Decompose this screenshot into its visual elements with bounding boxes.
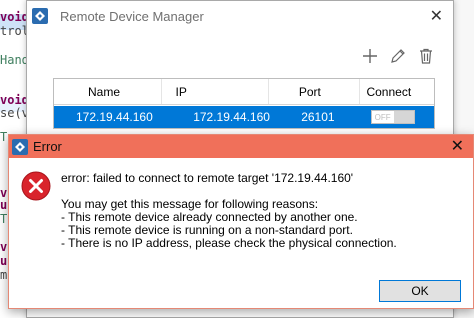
dialog-title: Error [33, 139, 62, 154]
error-icon [21, 171, 51, 201]
cell-ip: 172.19.44.160 [193, 110, 270, 124]
dialog-titlebar[interactable]: Error ✕ [9, 135, 473, 158]
cell-name: 172.19.44.160 [76, 110, 153, 124]
toggle-knob [393, 111, 414, 123]
column-header-ip[interactable]: IP [162, 79, 269, 104]
close-icon[interactable]: ✕ [451, 136, 464, 156]
plus-icon[interactable] [361, 47, 379, 65]
cell-port: 26101 [301, 110, 335, 124]
error-reason: - There is no IP address, please check t… [61, 236, 397, 250]
toggle-off-label: OFF [371, 111, 394, 123]
window-title: Remote Device Manager [60, 9, 204, 24]
error-dialog: Error ✕ error: failed to connect to remo… [8, 134, 474, 309]
table-row[interactable]: 172.19.44.160 172.19.44.160 26101 OFF [54, 106, 434, 128]
code-line: u [0, 198, 8, 212]
cell-connect: OFF [361, 106, 434, 128]
code-line: void [0, 10, 29, 24]
window-titlebar[interactable]: Remote Device Manager ✕ [27, 1, 453, 31]
column-header-connect[interactable]: Connect [360, 79, 434, 104]
code-line: void [0, 93, 29, 107]
ok-button[interactable]: OK [379, 280, 461, 302]
close-icon[interactable]: ✕ [430, 6, 443, 26]
trash-icon[interactable] [417, 47, 435, 65]
code-line: T [0, 130, 8, 144]
column-header-port[interactable]: Port [269, 79, 361, 104]
code-line: u [0, 254, 8, 268]
column-header-name[interactable]: Name [54, 79, 162, 104]
code-line: Hand [0, 53, 29, 67]
code-line: T [0, 212, 8, 226]
error-details: You may get this message for following r… [61, 198, 397, 250]
device-toolbar [361, 47, 435, 65]
code-line: v [0, 240, 8, 254]
pencil-icon[interactable] [389, 47, 407, 65]
device-table: Name IP Port Connect 172.19.44.160 172.1… [53, 78, 435, 129]
code-line: m [0, 268, 8, 282]
error-headline: error: failed to connect to remote targe… [61, 171, 354, 185]
table-header: Name IP Port Connect [54, 79, 434, 105]
connect-toggle[interactable]: OFF [370, 110, 415, 124]
app-logo-icon [12, 139, 28, 155]
app-logo-icon [32, 8, 48, 24]
